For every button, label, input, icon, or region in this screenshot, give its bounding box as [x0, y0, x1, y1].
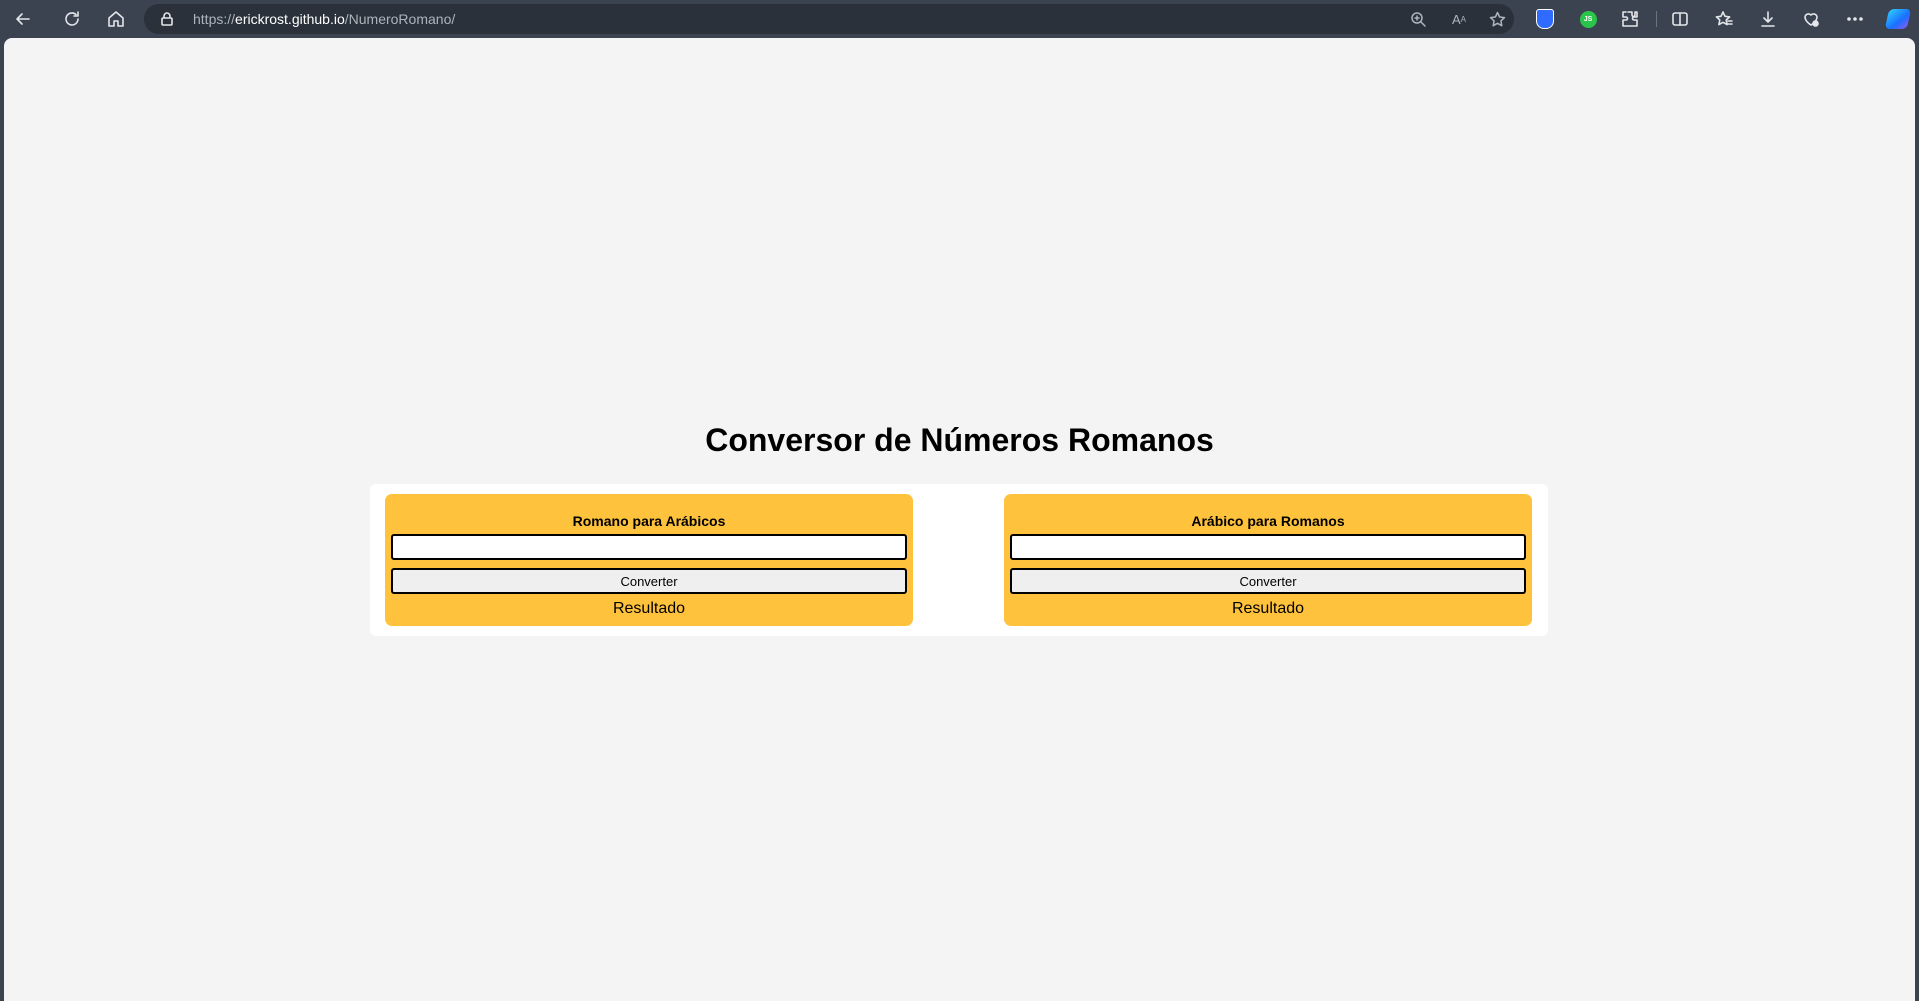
- shield-extension-button[interactable]: [1530, 5, 1560, 33]
- favorite-star-icon[interactable]: [1487, 9, 1507, 29]
- copilot-icon: [1884, 9, 1912, 29]
- roman-result: Resultado: [612, 600, 686, 617]
- converters-panel: Romano para Arábicos Converter Resultado…: [370, 484, 1548, 636]
- roman-input[interactable]: [391, 534, 907, 560]
- url-text[interactable]: https://erickrost.github.io/NumeroRomano…: [193, 11, 455, 27]
- extensions-icon: [1622, 11, 1638, 27]
- read-aloud-icon[interactable]: AA: [1449, 9, 1469, 29]
- split-screen-button[interactable]: [1665, 5, 1695, 33]
- browser-toolbar: https://erickrost.github.io/NumeroRomano…: [0, 0, 1919, 38]
- url-path: /NumeroRomano/: [344, 11, 456, 27]
- url-host: erickrost.github.io: [235, 11, 345, 27]
- browser-essentials-button[interactable]: [1796, 5, 1826, 33]
- address-bar[interactable]: https://erickrost.github.io/NumeroRomano…: [144, 4, 1514, 34]
- extensions-button[interactable]: [1615, 5, 1645, 33]
- downloads-button[interactable]: [1753, 5, 1783, 33]
- browser-essentials-icon: [1804, 13, 1819, 27]
- roman-to-arabic-card: Romano para Arábicos Converter Resultado: [385, 494, 913, 626]
- arabic-convert-button[interactable]: Converter: [1010, 568, 1526, 594]
- url-prefix: https://: [193, 11, 236, 27]
- more-icon: [1847, 17, 1863, 21]
- back-icon: [16, 13, 30, 25]
- split-screen-icon: [1672, 12, 1688, 26]
- toolbar-divider: [1656, 11, 1657, 27]
- page-viewport: Conversor de Números Romanos Romano para…: [4, 38, 1915, 1001]
- refresh-button[interactable]: [57, 5, 87, 33]
- arabic-result: Resultado: [1231, 600, 1305, 617]
- lock-icon[interactable]: [158, 10, 176, 28]
- read-aloud-label: A: [1451, 11, 1461, 27]
- js-extension-button[interactable]: JS: [1573, 5, 1603, 33]
- favorites-icon: [1715, 11, 1733, 26]
- zoom-icon[interactable]: [1408, 9, 1428, 29]
- copilot-button[interactable]: [1883, 5, 1913, 33]
- refresh-icon: [65, 11, 79, 26]
- shield-extension-icon: [1536, 9, 1554, 29]
- arabic-input[interactable]: [1010, 534, 1526, 560]
- back-button[interactable]: [8, 5, 38, 33]
- page-title: Conversor de Números Romanos: [705, 422, 1214, 458]
- favorites-button[interactable]: [1709, 5, 1739, 33]
- arabic-to-roman-card: Arábico para Romanos Converter Resultado: [1004, 494, 1532, 626]
- home-icon: [108, 11, 124, 27]
- roman-convert-button[interactable]: Converter: [391, 568, 907, 594]
- downloads-icon: [1761, 11, 1775, 27]
- home-button[interactable]: [101, 5, 131, 33]
- arabic-to-roman-title: Arábico para Romanos: [1191, 513, 1345, 529]
- js-extension-icon: JS: [1579, 10, 1597, 28]
- more-button[interactable]: [1840, 5, 1870, 33]
- roman-to-arabic-title: Romano para Arábicos: [572, 513, 726, 529]
